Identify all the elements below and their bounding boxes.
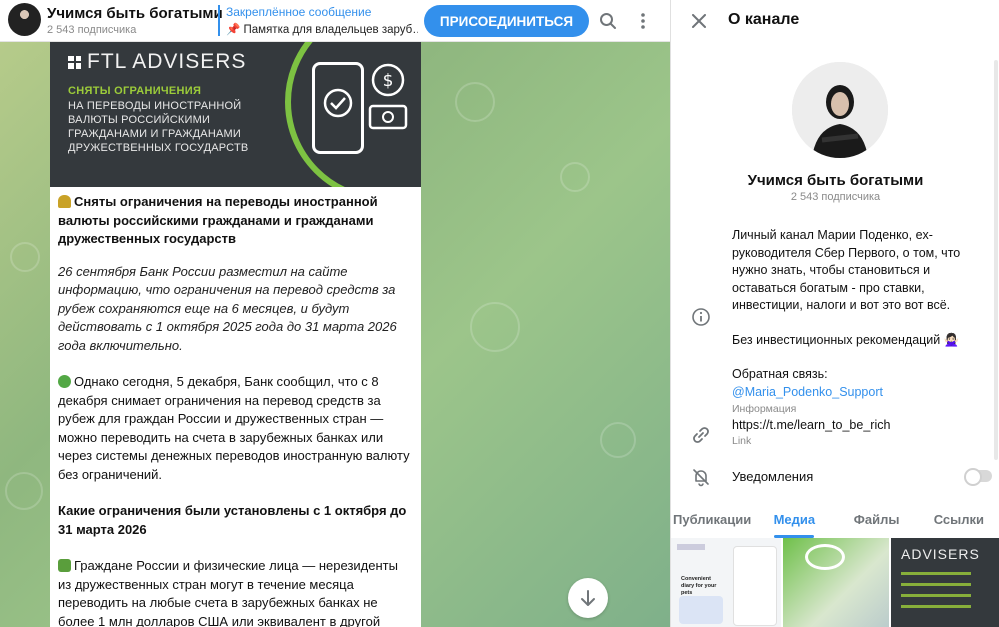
notifications-label: Уведомления [732,469,814,484]
banner-body: НА ПЕРЕВОДЫ ИНОСТРАННОЙ ВАЛЮТЫ РОССИЙСКИ… [68,100,249,154]
media-thumbnail[interactable]: ADVISERS [891,538,999,627]
post-subheading: Какие ограничения были установлены с 1 о… [58,503,407,537]
post-image[interactable]: FTL ADVISERS СНЯТЫ ОГРАНИЧЕНИЯ НА ПЕРЕВО… [50,42,421,187]
channel-avatar-large[interactable] [792,62,888,158]
background-doodle [455,82,495,122]
pinned-label: Закреплённое сообщение [226,5,372,19]
channel-subscribers: 2 543 подписчика [47,24,137,36]
info-icon [692,308,710,326]
banner-logo-text: FTL ADVISERS [87,50,247,73]
link-row[interactable]: https://t.me/learn_to_be_rich Link [732,418,890,447]
dollar-coin-icon: $ [371,63,405,97]
channel-description: Личный канал Марии Поденко, ex-руководит… [732,227,982,419]
bell-emoji-icon [58,195,71,208]
close-icon[interactable] [686,8,712,34]
logo-grid-icon [68,55,81,69]
bell-off-icon [693,469,709,487]
channel-info-panel: О канале Учимся быть богатыми 2 543 подп… [670,0,999,627]
background-doodle [600,422,636,458]
thumb-bar [677,544,705,550]
background-doodle [10,242,40,272]
post-paragraph-3: Граждане России и физические лица — нере… [58,558,398,627]
media-thumbnail[interactable] [783,538,889,627]
pinned-text: 📌 Памятка для владельцев заруб… [226,24,418,36]
search-icon[interactable] [595,8,621,34]
feedback-link[interactable]: @Maria_Podenko_Support [732,384,982,402]
panel-title: О канале [728,11,800,28]
thumb-logo-text: ADVISERS [901,546,980,562]
thumb-text-lines [901,572,971,612]
scroll-down-button[interactable] [568,578,608,618]
notifications-toggle[interactable] [964,468,992,486]
post-paragraph-1: 26 сентября Банк России разместил на сай… [58,263,397,353]
link-label: Link [732,435,752,447]
channel-avatar[interactable] [8,3,41,36]
tab-links[interactable]: Ссылки [918,502,999,538]
phone-check-icon [312,62,364,154]
post-headline: Сняты ограничения на переводы иностранно… [58,194,378,246]
background-doodle [560,162,590,192]
channel-title[interactable]: Учимся быть богатыми [47,5,223,22]
post-text: Сняты ограничения на переводы иностранно… [50,187,421,627]
tab-files[interactable]: Файлы [836,502,918,538]
tab-media[interactable]: Медиа [753,502,835,538]
chat-header: Учимся быть богатыми 2 543 подписчика За… [0,0,670,42]
panel-subscribers: 2 543 подписчика [790,191,881,203]
panel-scrollbar[interactable] [994,60,998,460]
money-emoji-icon [58,559,71,572]
thumb-phone [733,546,777,626]
thumb-title: Convenient diary for your pets [681,576,717,596]
thumb-decor [805,544,845,570]
post-paragraph-2: Однако сегодня, 5 декабря, Банк сообщил,… [58,374,410,482]
disclaimer-text: Без инвестиционных рекомендаций 🙅🏻‍♀️ [732,332,960,347]
ftl-logo: FTL ADVISERS [68,50,246,74]
description-text: Личный канал Марии Поденко, ex-руководит… [732,228,961,312]
panel-channel-name: Учимся быть богатыми [747,172,924,189]
pinned-message[interactable]: Закреплённое сообщение 📌 Памятка для вла… [218,5,418,36]
link-icon [693,427,709,443]
channel-post[interactable]: FTL ADVISERS СНЯТЫ ОГРАНИЧЕНИЯ НА ПЕРЕВО… [50,42,421,627]
feedback-label: Обратная связь: [732,367,828,381]
background-doodle [5,472,43,510]
more-options-icon[interactable] [630,8,656,34]
join-button[interactable]: ПРИСОЕДИНИТЬСЯ [424,5,589,37]
clock-emoji-icon [58,375,71,388]
info-label: Информация [732,403,797,415]
media-tabs: Публикации Медиа Файлы Ссылки [671,502,999,538]
arrow-down-icon [581,590,595,606]
media-thumbnail[interactable]: Convenient diary for your pets [671,538,781,627]
tab-publications[interactable]: Публикации [671,502,753,538]
chat-area[interactable]: FTL ADVISERS СНЯТЫ ОГРАНИЧЕНИЯ НА ПЕРЕВО… [0,42,670,627]
banknote-icon [368,104,408,130]
link-value[interactable]: https://t.me/learn_to_be_rich [732,418,890,432]
svg-text:$: $ [383,71,394,91]
thumb-card [679,596,723,624]
background-doodle [470,302,520,352]
banner-heading: СНЯТЫ ОГРАНИЧЕНИЯ [68,85,202,97]
